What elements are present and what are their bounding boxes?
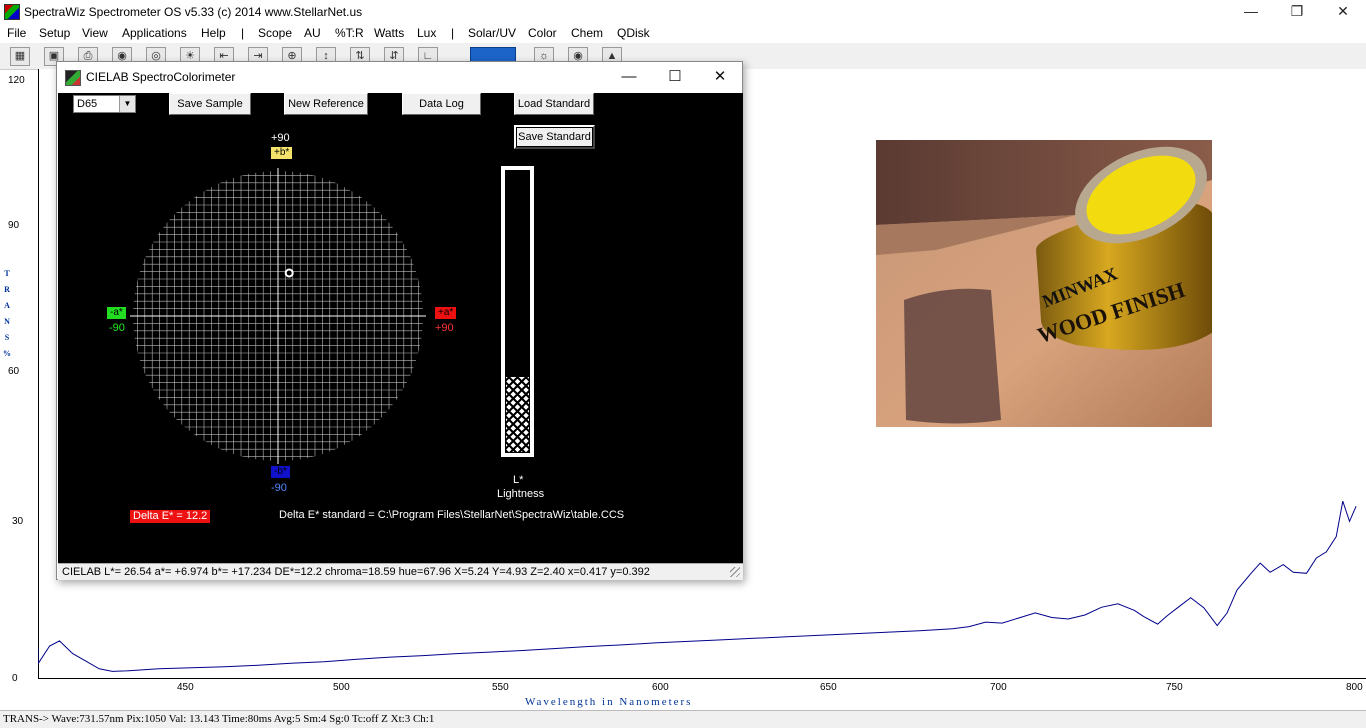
minus-b-tag: -b* xyxy=(271,466,290,478)
close-button[interactable]: ✕ xyxy=(1320,0,1366,24)
y-label-letter: S xyxy=(4,333,10,342)
plus-b-value: +90 xyxy=(271,132,290,144)
menu-separator: | xyxy=(451,26,455,40)
y-tick-label: 0 xyxy=(12,673,18,684)
save-sample-button[interactable]: Save Sample xyxy=(169,93,251,115)
load-standard-button[interactable]: Load Standard xyxy=(514,93,594,115)
y-label-letter: N xyxy=(4,317,10,326)
minus-b-value: -90 xyxy=(271,482,287,494)
menu-bar: File Setup View Applications Help | Scop… xyxy=(0,24,1366,43)
dialog-minimize-button[interactable]: — xyxy=(606,62,652,93)
y-label-letter: R xyxy=(4,285,10,294)
menu-view[interactable]: View xyxy=(82,26,108,40)
y-tick-label: 30 xyxy=(12,516,24,527)
new-reference-button[interactable]: New Reference xyxy=(284,93,368,115)
dialog-close-button[interactable]: ✕ xyxy=(697,62,743,93)
data-log-button[interactable]: Data Log xyxy=(402,93,481,115)
menu-au[interactable]: AU xyxy=(304,26,321,40)
menu-watts[interactable]: Watts xyxy=(374,26,404,40)
x-tick-label: 700 xyxy=(990,682,1007,693)
y-label-letter: T xyxy=(4,269,10,278)
ab-chart xyxy=(130,168,426,464)
menu-color[interactable]: Color xyxy=(528,26,557,40)
delta-e-badge: Delta E* = 12.2 xyxy=(130,510,211,523)
status-bar: TRANS-> Wave:731.57nm Pix:1050 Val: 13.1… xyxy=(0,710,1366,728)
dialog-maximize-button[interactable]: ☐ xyxy=(652,62,698,93)
x-tick-label: 550 xyxy=(492,682,509,693)
save-standard-button[interactable]: Save Standard xyxy=(514,125,595,149)
plus-b-tag: +b* xyxy=(271,147,293,159)
color-point-marker xyxy=(284,268,294,278)
minus-a-tag: -a* xyxy=(107,307,126,319)
x-tick-label: 650 xyxy=(820,682,837,693)
x-tick-label: 450 xyxy=(177,682,194,693)
y-axis-label: T R A N S % xyxy=(2,266,12,362)
x-tick-label: 500 xyxy=(333,682,350,693)
dialog-title-bar[interactable]: CIELAB SpectroColorimeter — ☐ ✕ xyxy=(57,62,742,93)
x-axis-label: Wavelength in Nanometers xyxy=(525,696,693,708)
dialog-title: CIELAB SpectroColorimeter xyxy=(86,70,236,84)
dialog-app-icon xyxy=(65,70,81,86)
chevron-down-icon[interactable]: ▼ xyxy=(119,96,135,112)
illuminant-select[interactable]: D65 ▼ xyxy=(73,95,136,113)
menu-solar-uv[interactable]: Solar/UV xyxy=(468,26,516,40)
app-icon xyxy=(4,4,20,20)
plus-a-value: +90 xyxy=(435,322,454,334)
menu-scope[interactable]: Scope xyxy=(258,26,292,40)
x-tick-label: 750 xyxy=(1166,682,1183,693)
lightness-fill xyxy=(506,377,529,452)
y-tick-label: 120 xyxy=(8,75,25,86)
y-tick-label: 60 xyxy=(8,366,20,377)
menu-applications[interactable]: Applications xyxy=(122,26,187,40)
lightness-bar xyxy=(501,166,534,457)
minimize-button[interactable]: — xyxy=(1228,0,1274,24)
open-icon[interactable]: ▦ xyxy=(10,47,30,66)
dialog-status-bar: CIELAB L*= 26.54 a*= +6.974 b*= +17.234 … xyxy=(58,563,743,580)
title-bar: SpectraWiz Spectrometer OS v5.33 (c) 201… xyxy=(0,0,1366,24)
y-label-letter: % xyxy=(3,349,11,358)
x-tick-label: 800 xyxy=(1346,682,1363,693)
lightness-label: Lightness xyxy=(497,488,545,500)
menu-setup[interactable]: Setup xyxy=(39,26,70,40)
menu-help[interactable]: Help xyxy=(201,26,226,40)
illuminant-value: D65 xyxy=(77,98,98,110)
menu-trans-refl[interactable]: %T:R xyxy=(335,26,364,40)
cielab-dialog: CIELAB SpectroColorimeter — ☐ ✕ D65 ▼ Sa… xyxy=(56,61,743,580)
menu-file[interactable]: File xyxy=(7,26,26,40)
y-tick-label: 90 xyxy=(8,220,20,231)
y-label-letter: A xyxy=(4,301,10,310)
minus-a-value: -90 xyxy=(109,322,125,334)
restore-button[interactable]: ❐ xyxy=(1274,0,1320,24)
menu-separator: | xyxy=(241,26,245,40)
lightness-label-l: L* xyxy=(513,474,524,486)
x-tick-label: 600 xyxy=(652,682,669,693)
delta-e-standard-path: Delta E* standard = C:\Program Files\Ste… xyxy=(279,509,625,521)
menu-qdisk[interactable]: QDisk xyxy=(617,26,650,40)
resize-grip-icon[interactable] xyxy=(730,567,740,577)
menu-lux[interactable]: Lux xyxy=(417,26,436,40)
dialog-body: D65 ▼ Save Sample New Reference Data Log… xyxy=(58,93,743,563)
plus-a-tag: +a* xyxy=(435,307,457,319)
menu-chem[interactable]: Chem xyxy=(571,26,603,40)
window-title: SpectraWiz Spectrometer OS v5.33 (c) 201… xyxy=(24,5,363,19)
sample-photo: MINWAX WOOD FINISH xyxy=(876,140,1212,427)
